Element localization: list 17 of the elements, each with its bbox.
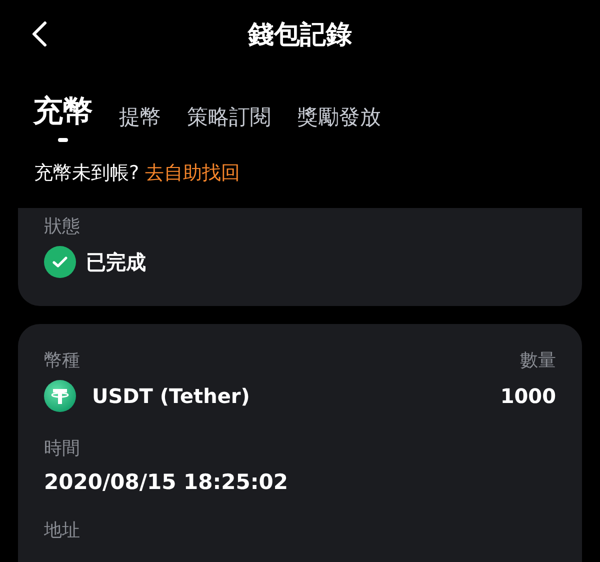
tab[interactable]: 獎勵發放 <box>297 104 381 142</box>
time-value: 2020/08/15 18:25:02 <box>44 470 290 494</box>
status-value: 已完成 <box>86 248 146 276</box>
coin-label: 幣種 <box>44 349 80 372</box>
time-label: 時間 <box>44 437 81 460</box>
tab[interactable]: 充幣 <box>33 94 93 142</box>
address-label: 地址 <box>44 519 81 542</box>
tab[interactable]: 策略訂閱 <box>187 104 271 142</box>
recover-link[interactable]: 去自助找回 <box>145 160 240 190</box>
status-label: 狀態 <box>44 215 81 238</box>
coin-icon <box>44 380 76 412</box>
notice-text: 充幣未到帳? <box>34 161 140 186</box>
coin-name: USDT (Tether) <box>92 384 250 408</box>
amount-label: 數量 <box>520 349 556 372</box>
amount-value: 1000 <box>500 384 556 408</box>
page-title: 錢包記錄 <box>248 18 352 52</box>
tab[interactable]: 提幣 <box>119 104 161 142</box>
